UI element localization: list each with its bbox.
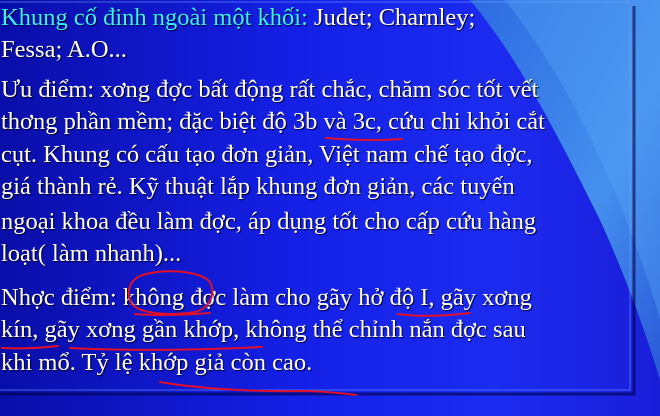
advantages-line-5: ngoại khoa đều làm đợc, áp dụng tốt cho … xyxy=(1,208,537,235)
advantages-line-1: Ưu điểm: xơng đợc bất động rất chắc, chă… xyxy=(1,76,539,103)
disadvantages-line-1: Nhợc điểm: không đợc làm cho gãy hở độ I… xyxy=(1,284,532,311)
heading-line-2: Fessa; A.O... xyxy=(1,36,127,63)
advantages-line-6: loạt( làm nhanh)... xyxy=(1,240,182,267)
advantages-line-4: giá thành rẻ. Kỹ thuật lắp khung đơn giả… xyxy=(1,173,515,200)
disadvantages-line-2: kín, gãy xơng gần khớp, không thể chỉnh … xyxy=(1,316,526,343)
heading-line-1: Khung cố đinh ngoài một khối: Judet; Cha… xyxy=(1,4,475,32)
advantages-line-2: thơng phần mềm; đặc biệt độ 3b và 3c, cứ… xyxy=(1,108,545,135)
slide: Khung cố đinh ngoài một khối: Judet; Cha… xyxy=(0,0,660,416)
heading-authors: Judet; Charnley; xyxy=(307,4,476,31)
advantages-line-3: cụt. Khung có cấu tạo đơn giản, Việt nam… xyxy=(1,141,533,168)
heading-label: Khung cố đinh ngoài một khối: xyxy=(1,4,308,31)
disadvantages-line-3: khi mổ. Tỷ lệ khớp giả còn cao. xyxy=(1,349,313,376)
